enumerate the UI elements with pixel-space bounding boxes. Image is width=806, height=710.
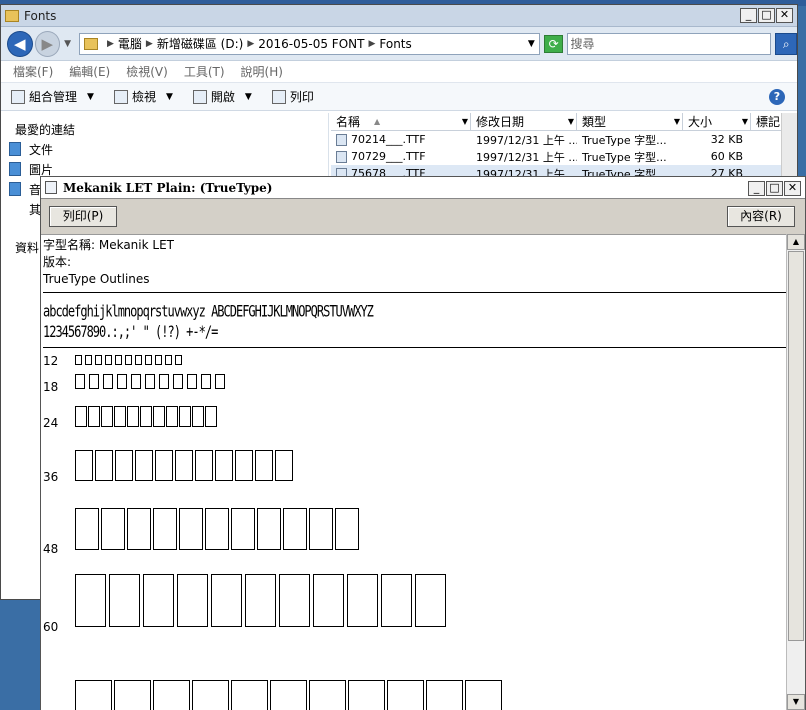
open-icon (192, 89, 207, 104)
breadcrumb-folder[interactable]: 2016-05-05 FONT (258, 37, 364, 51)
pictures-icon (9, 162, 21, 176)
font-viewer-window: Mekanik LET Plain: (TrueType) _ □ ✕ 列印(P… (40, 176, 806, 710)
address-folder-icon (83, 37, 98, 50)
size-sample-12: 12 (41, 348, 787, 370)
glyph-boxes (75, 680, 502, 710)
views-icon (113, 89, 128, 104)
glyph-boxes (75, 355, 182, 365)
documents-icon (9, 142, 21, 156)
address-field[interactable]: ▶ 電腦 ▶ 新增磁碟區 (D:) ▶ 2016-05-05 FONT ▶ Fo… (78, 32, 540, 55)
minimize-button[interactable]: _ (740, 8, 757, 23)
close-button[interactable]: ✕ (776, 8, 793, 23)
chevron-down-icon: ▼ (244, 91, 252, 102)
file-list: 名稱 ▲ ▼ 修改日期 ▼ 類型 ▼ 大小 ▼ 標記 70214___.TTF 1997/… (331, 113, 797, 182)
column-date[interactable]: 修改日期 ▼ (471, 113, 577, 130)
font-file-icon (45, 181, 57, 194)
file-row[interactable]: 70729___.TTF 1997/12/31 上午 ... TrueType … (331, 148, 797, 165)
search-input[interactable]: 搜尋 (567, 32, 772, 55)
size-sample-72 (41, 680, 787, 710)
search-icon[interactable]: ⌕ (775, 32, 798, 55)
font-file-icon (336, 151, 347, 163)
glyph-boxes (75, 406, 217, 427)
maximize-button[interactable]: □ (758, 8, 775, 23)
nav-item-documents[interactable]: 文件 (1, 139, 328, 159)
scroll-down-arrow-icon[interactable]: ▼ (787, 694, 805, 710)
font-preview-area: 字型名稱: Mekanik LET 版本: TrueType Outlines … (41, 234, 787, 710)
menu-help[interactable]: 說明(H) (241, 63, 283, 80)
command-bar: 組合管理 ▼ 檢視 ▼ 開啟 ▼ 列印 (1, 83, 797, 111)
organize-button[interactable]: 組合管理 ▼ (11, 88, 94, 105)
size-sample-48: 48 (41, 498, 787, 580)
sample-digits: 1234567890.:,;' " (!?) +-*/= (43, 322, 218, 342)
font-file-icon (336, 134, 347, 146)
address-bar-row: ◀ ▶ ▼ ▶ 電腦 ▶ 新增磁碟區 (D:) ▶ 2016-05-05 FON… (1, 27, 798, 61)
breadcrumb-computer[interactable]: 電腦 (118, 35, 142, 52)
properties-button[interactable]: 內容(R) (727, 206, 795, 227)
print-font-button[interactable]: 列印(P) (49, 206, 117, 227)
column-name[interactable]: 名稱 ▲ ▼ (331, 113, 471, 130)
viewer-toolbar: 列印(P) 內容(R) (41, 199, 805, 233)
forward-button[interactable]: ▶ (34, 30, 61, 57)
column-type[interactable]: 類型 ▼ (577, 113, 683, 130)
views-button[interactable]: 檢視 ▼ (113, 88, 173, 105)
back-button[interactable]: ◀ (7, 30, 33, 57)
refresh-icon[interactable]: ⟳ (543, 34, 564, 53)
scroll-thumb[interactable] (788, 251, 804, 641)
font-outline-line: TrueType Outlines (43, 272, 150, 286)
menu-tools[interactable]: 工具(T) (184, 63, 225, 80)
menu-edit[interactable]: 編輯(E) (69, 63, 110, 80)
file-list-scrollbar[interactable] (781, 113, 797, 183)
preview-scrollbar[interactable]: ▲ ▼ (786, 234, 805, 710)
font-version-line: 版本: (43, 255, 72, 269)
viewer-title: Mekanik LET Plain: (TrueType) (63, 180, 273, 195)
organize-icon (11, 89, 25, 104)
glyph-boxes (75, 374, 225, 389)
scroll-up-arrow-icon[interactable]: ▲ (787, 234, 805, 250)
chevron-down-icon: ▼ (87, 91, 94, 102)
size-sample-24: 24 (41, 400, 787, 440)
viewer-minimize-button[interactable]: _ (748, 181, 765, 196)
menu-view[interactable]: 檢視(V) (126, 63, 168, 80)
viewer-maximize-button[interactable]: □ (766, 181, 783, 196)
open-button[interactable]: 開啟 ▼ (192, 88, 252, 105)
explorer-title-bar[interactable]: Fonts _ □ ✕ (1, 5, 797, 27)
favorite-links-heading: 最愛的連結 (15, 123, 76, 137)
folders-label[interactable]: 資料 (15, 239, 39, 256)
menu-bar: 檔案(F) 編輯(E) 檢視(V) 工具(T) 說明(H) (1, 61, 797, 83)
print-button[interactable]: 列印 (271, 88, 314, 105)
glyph-boxes (75, 450, 293, 481)
music-icon (9, 182, 21, 196)
font-name-line: 字型名稱: Mekanik LET (43, 238, 174, 252)
recent-pages-dropdown[interactable]: ▼ (64, 39, 71, 49)
address-dropdown[interactable]: ▼ (528, 39, 535, 49)
sample-letters: abcdefghijklmnopqrstuvwxyz ABCDEFGHIJKLM… (43, 302, 374, 321)
printer-icon (271, 89, 286, 104)
glyph-boxes (75, 574, 446, 627)
folder-icon (5, 9, 19, 22)
viewer-close-button[interactable]: ✕ (784, 181, 801, 196)
font-info: 字型名稱: Mekanik LET 版本: TrueType Outlines (41, 235, 787, 288)
column-size[interactable]: 大小 ▼ (683, 113, 751, 130)
breadcrumb-fonts[interactable]: Fonts (379, 37, 411, 51)
help-icon[interactable]: ? (769, 89, 785, 105)
chevron-down-icon: ▼ (165, 91, 173, 102)
glyph-boxes (75, 508, 359, 550)
breadcrumb-drive[interactable]: 新增磁碟區 (D:) (157, 35, 243, 52)
file-row[interactable]: 70214___.TTF 1997/12/31 上午 ... TrueType … (331, 131, 797, 148)
size-sample-60: 60 (41, 574, 787, 680)
explorer-title: Fonts (24, 8, 57, 23)
size-sample-36: 36 (41, 440, 787, 498)
menu-file[interactable]: 檔案(F) (13, 63, 53, 80)
viewer-title-bar[interactable]: Mekanik LET Plain: (TrueType) _ □ ✕ (41, 177, 805, 199)
column-header-row: 名稱 ▲ ▼ 修改日期 ▼ 類型 ▼ 大小 ▼ 標記 (331, 113, 797, 131)
size-sample-18: 18 (41, 370, 787, 400)
